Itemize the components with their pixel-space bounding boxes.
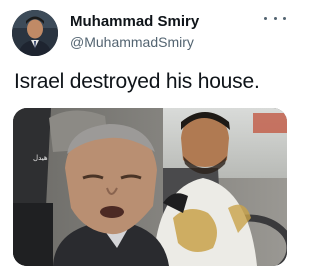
user-handle[interactable]: @MuhammadSmiry [70, 34, 194, 50]
more-options-button[interactable] [264, 11, 286, 25]
more-options-icon [264, 16, 267, 20]
tweet-card: Muhammad Smiry @MuhammadSmiry Israel des… [0, 0, 300, 279]
tweet-text: Israel destroyed his house. [14, 70, 260, 93]
channel-logo: هيدل [33, 154, 48, 162]
user-avatar-icon [12, 10, 58, 56]
video-still-image: هيدل [13, 108, 287, 266]
tweet-media[interactable]: هيدل [13, 108, 287, 266]
avatar[interactable] [12, 10, 58, 56]
display-name[interactable]: Muhammad Smiry [70, 13, 199, 30]
